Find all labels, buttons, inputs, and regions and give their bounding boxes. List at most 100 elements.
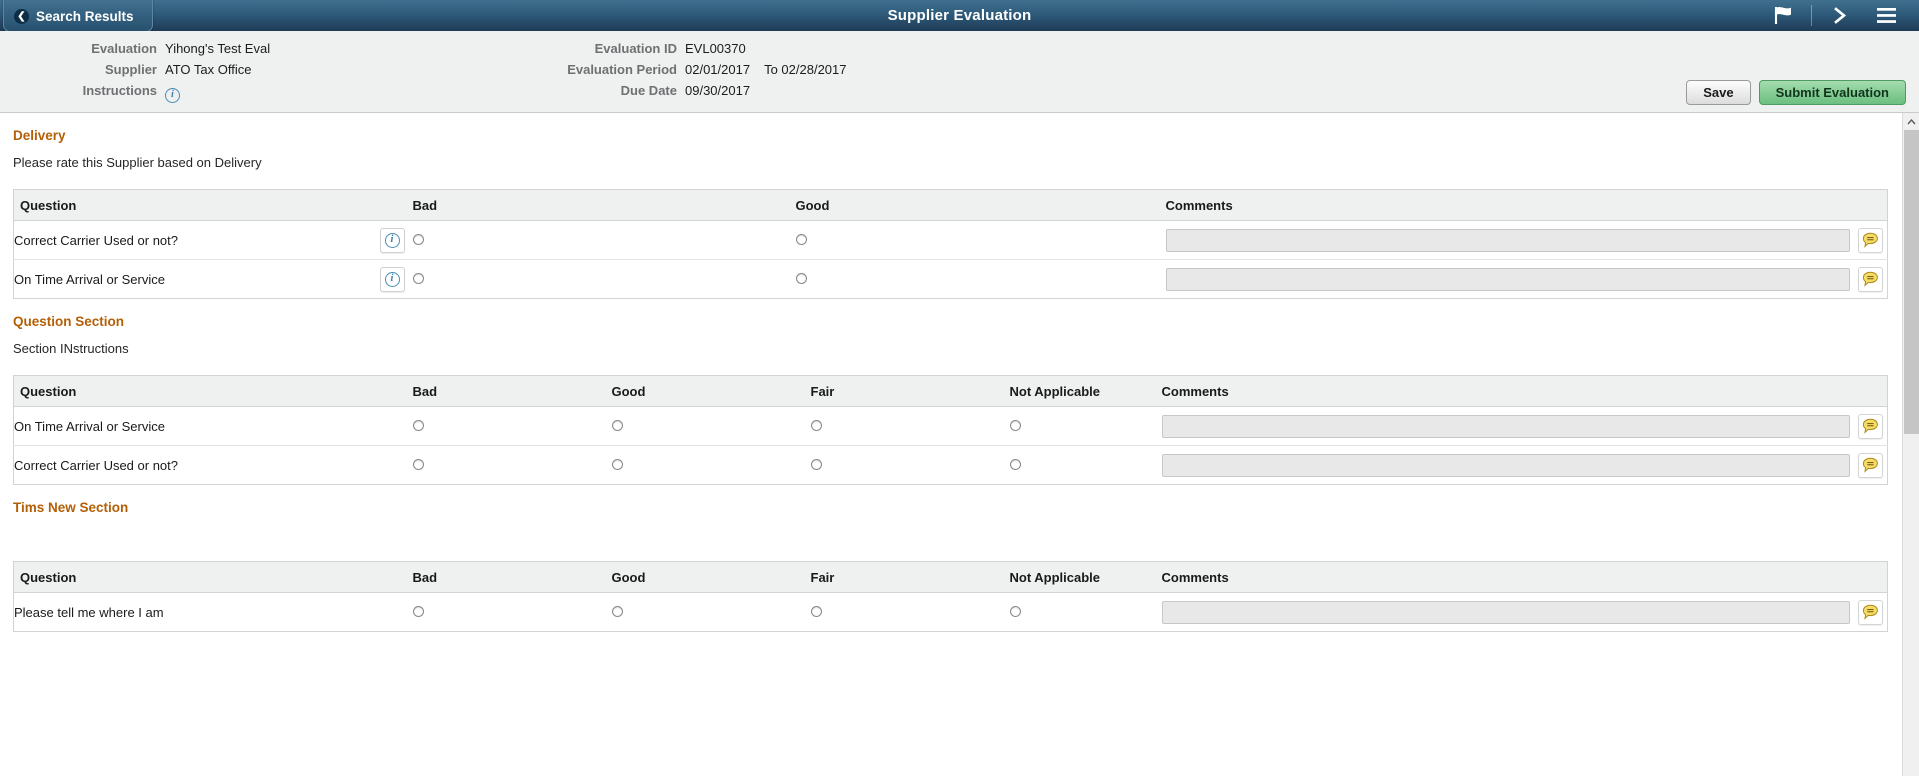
field-evaluation-value: Yihong's Test Eval <box>165 41 270 56</box>
field-evaluation-id: Evaluation ID EVL00370 <box>475 41 846 62</box>
hamburger-menu-icon[interactable] <box>1863 0 1909 31</box>
comment-bubble-icon[interactable] <box>1858 453 1883 478</box>
rating-cell-not-applicable <box>1010 407 1162 446</box>
question-text: On Time Arrival or Service <box>14 272 165 287</box>
column-header-bad: Bad <box>413 562 612 593</box>
header-mid-fields: Evaluation ID EVL00370 Evaluation Period… <box>475 41 846 104</box>
rating-cell-bad <box>413 221 796 260</box>
question-text: On Time Arrival or Service <box>14 419 165 434</box>
comment-bubble-icon[interactable] <box>1858 414 1883 439</box>
section-spacer <box>13 542 1888 561</box>
field-instructions-label: Instructions <box>0 83 165 98</box>
section-heading: Delivery <box>13 113 1888 143</box>
table-header-row: QuestionBadGoodFairNot ApplicableComment… <box>14 562 1888 593</box>
save-button[interactable]: Save <box>1686 80 1750 105</box>
rating-radio-bad[interactable] <box>413 459 424 470</box>
comments-input[interactable] <box>1166 229 1850 252</box>
field-evaluation-period: Evaluation Period 02/01/2017 To 02/28/20… <box>475 62 846 83</box>
rating-radio-fair[interactable] <box>811 459 822 470</box>
rating-radio-good[interactable] <box>612 420 623 431</box>
question-info-button[interactable]: i <box>380 267 405 292</box>
rating-radio-good[interactable] <box>796 234 807 245</box>
column-header-comments: Comments <box>1162 376 1858 407</box>
instructions-info-icon[interactable]: i <box>165 88 180 103</box>
rating-radio-fair[interactable] <box>811 606 822 617</box>
comment-bubble-icon[interactable] <box>1858 600 1883 625</box>
flag-icon[interactable] <box>1760 0 1806 31</box>
question-text: Correct Carrier Used or not? <box>14 458 178 473</box>
evaluation-content-scroll-area: DeliveryPlease rate this Supplier based … <box>0 113 1919 776</box>
column-header-comment-action <box>1858 376 1888 407</box>
rating-radio-not-applicable[interactable] <box>1010 459 1021 470</box>
section-instructions <box>13 515 1888 542</box>
comments-cell <box>1162 446 1858 485</box>
field-supplier: Supplier ATO Tax Office <box>0 62 270 83</box>
section-heading: Question Section <box>13 299 1888 329</box>
field-supplier-value: ATO Tax Office <box>165 62 251 77</box>
page-title: Supplier Evaluation <box>0 7 1919 24</box>
section-instructions: Please rate this Supplier based on Deliv… <box>13 143 1888 170</box>
header-left-fields: Evaluation Yihong's Test Eval Supplier A… <box>0 41 270 104</box>
column-header-question: Question <box>14 190 413 221</box>
comments-cell <box>1162 593 1858 632</box>
comments-cell <box>1162 407 1858 446</box>
rating-radio-not-applicable[interactable] <box>1010 420 1021 431</box>
field-evaluation-period-end: To 02/28/2017 <box>750 62 846 77</box>
rating-radio-good[interactable] <box>796 273 807 284</box>
column-header-comment-action <box>1858 562 1888 593</box>
comments-input[interactable] <box>1162 454 1850 477</box>
comments-input[interactable] <box>1162 601 1850 624</box>
section-heading: Tims New Section <box>13 485 1888 515</box>
field-supplier-label: Supplier <box>0 62 165 77</box>
rating-cell-fair <box>811 407 1010 446</box>
question-cell: On Time Arrival or Service i <box>14 260 413 299</box>
rating-radio-good[interactable] <box>612 459 623 470</box>
question-table: QuestionBadGoodFairNot ApplicableComment… <box>13 561 1888 632</box>
rating-radio-fair[interactable] <box>811 420 822 431</box>
vertical-scrollbar[interactable] <box>1902 113 1919 776</box>
column-header-good: Good <box>612 562 811 593</box>
comments-cell <box>1166 260 1858 299</box>
chevron-left-icon: ❮ <box>14 9 29 24</box>
comment-bubble-icon[interactable] <box>1858 228 1883 253</box>
field-evaluation-period-label: Evaluation Period <box>475 62 685 77</box>
comment-action-cell <box>1858 593 1888 632</box>
column-header-comment-action <box>1858 190 1888 221</box>
field-evaluation-label: Evaluation <box>0 41 165 56</box>
field-evaluation-period-start: 02/01/2017 <box>685 62 750 77</box>
rating-radio-bad[interactable] <box>413 420 424 431</box>
comment-bubble-icon[interactable] <box>1858 267 1883 292</box>
submit-evaluation-button[interactable]: Submit Evaluation <box>1759 80 1906 105</box>
rating-cell-fair <box>811 446 1010 485</box>
rating-radio-bad[interactable] <box>413 273 424 284</box>
table-header-row: QuestionBadGoodComments <box>14 190 1888 221</box>
scroll-up-arrow-icon[interactable] <box>1903 113 1919 130</box>
title-bar-icon-group <box>1760 0 1909 31</box>
scrollbar-thumb[interactable] <box>1904 130 1919 434</box>
rating-radio-bad[interactable] <box>413 234 424 245</box>
back-to-search-results-button[interactable]: ❮ Search Results <box>3 0 153 32</box>
field-evaluation-id-value: EVL00370 <box>685 41 746 56</box>
section-spacer <box>13 170 1888 189</box>
rating-cell-not-applicable <box>1010 446 1162 485</box>
rating-cell-bad <box>413 446 612 485</box>
chevron-right-icon[interactable] <box>1817 0 1863 31</box>
column-header-question: Question <box>14 562 413 593</box>
rating-radio-good[interactable] <box>612 606 623 617</box>
field-instructions: Instructions i <box>0 83 270 104</box>
field-evaluation-id-label: Evaluation ID <box>475 41 685 56</box>
section-2: Question SectionSection INstructions Ques… <box>0 299 1901 485</box>
rating-radio-not-applicable[interactable] <box>1010 606 1021 617</box>
rating-radio-bad[interactable] <box>413 606 424 617</box>
question-info-button[interactable]: i <box>380 228 405 253</box>
section-instructions: Section INstructions <box>13 329 1888 356</box>
question-cell: Correct Carrier Used or not?i <box>14 221 413 260</box>
rating-cell-bad <box>413 593 612 632</box>
comments-input[interactable] <box>1162 415 1850 438</box>
table-row: Correct Carrier Used or not?i <box>14 221 1888 260</box>
comments-input[interactable] <box>1166 268 1850 291</box>
column-header-fair: Fair <box>811 376 1010 407</box>
field-due-date-label: Due Date <box>475 83 685 98</box>
header-action-buttons: Save Submit Evaluation <box>1686 80 1906 105</box>
question-table: QuestionBadGoodFairNot ApplicableComment… <box>13 375 1888 485</box>
